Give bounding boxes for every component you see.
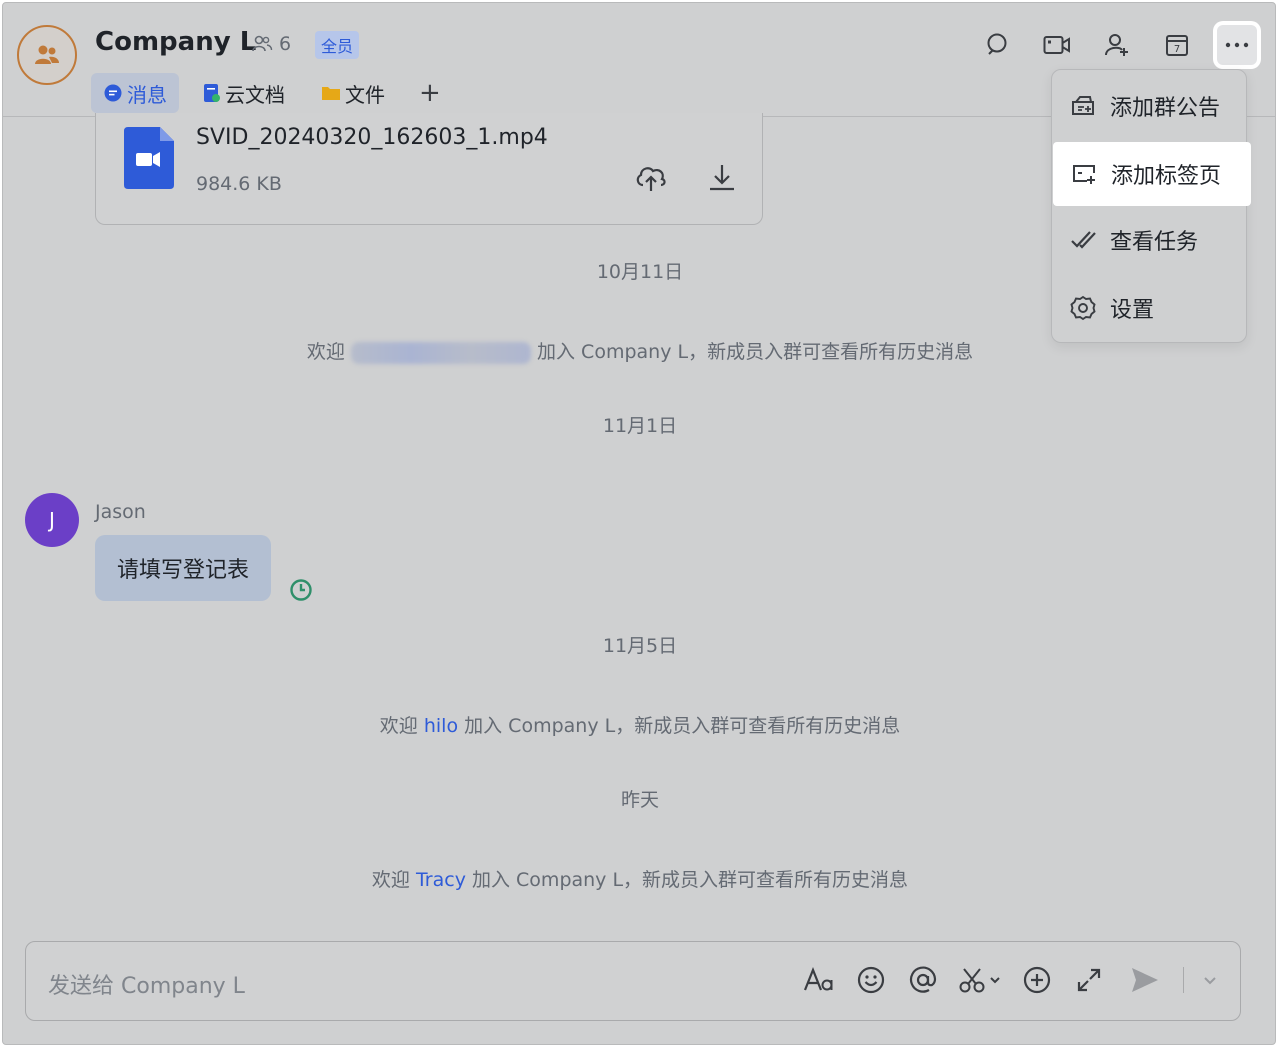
more-dots-icon <box>1225 42 1249 48</box>
member-count[interactable]: 6 <box>251 33 291 55</box>
tab-cloud-docs-label: 云文档 <box>225 82 285 107</box>
menu-item-label: 添加群公告 <box>1110 96 1221 121</box>
format-text-button[interactable] <box>801 962 837 998</box>
member-count-value: 6 <box>279 33 292 55</box>
message-bubble[interactable]: 请填写登记表 <box>95 535 272 601</box>
tab-messages[interactable]: 消息 <box>91 73 179 113</box>
task-check-icon <box>1071 231 1096 249</box>
pending-clock-icon <box>289 578 313 606</box>
menu-item-label: 添加标签页 <box>1111 164 1222 189</box>
menu-item-label: 设置 <box>1110 298 1155 323</box>
date-divider: 昨天 <box>620 789 659 811</box>
svg-text:7: 7 <box>1174 44 1180 55</box>
emoji-button[interactable] <box>853 962 889 998</box>
file-actions <box>634 163 736 193</box>
chat-window: Company L 6 全员 消息 云文档 文件 + 7 SVID_202403… <box>2 2 1276 1045</box>
group-avatar[interactable] <box>17 25 77 85</box>
group-icon <box>35 45 59 64</box>
divider <box>1183 967 1184 993</box>
tab-messages-label: 消息 <box>127 82 167 107</box>
text-format-icon <box>803 967 833 991</box>
add-tab-icon <box>1073 165 1095 184</box>
more-menu: 添加群公告 添加标签页 查看任务 设置 <box>1051 69 1251 343</box>
header-toolbar: 7 <box>977 25 1257 65</box>
date-divider: 11月1日 <box>602 415 678 437</box>
search-button[interactable] <box>977 25 1017 65</box>
chevron-down-icon <box>1204 977 1216 985</box>
system-welcome: 欢迎 <box>371 869 410 891</box>
members-icon <box>252 35 273 52</box>
send-button[interactable] <box>1123 962 1167 998</box>
add-user-icon <box>1105 34 1128 56</box>
system-welcome: 欢迎 <box>379 715 418 737</box>
date-divider: 11月5日 <box>602 635 678 657</box>
input-placeholder: 发送给 Company L <box>48 974 245 999</box>
all-members-badge: 全员 <box>315 31 360 59</box>
sender-name[interactable]: Jason <box>95 501 146 523</box>
download-icon[interactable] <box>708 163 736 193</box>
menu-item-view-tasks[interactable]: 查看任务 <box>1052 208 1246 272</box>
mention-button[interactable] <box>905 962 941 998</box>
send-icon <box>1132 968 1158 992</box>
user-link[interactable]: hilo <box>424 715 458 737</box>
add-attachment-button[interactable] <box>1019 962 1055 998</box>
at-icon <box>909 966 937 993</box>
video-call-button[interactable] <box>1037 25 1077 65</box>
system-welcome: 欢迎 <box>306 341 345 363</box>
screenshot-button[interactable] <box>957 962 1003 998</box>
plus-circle-icon <box>1023 966 1051 994</box>
announcement-icon <box>1072 96 1094 115</box>
file-message-card[interactable]: SVID_20240320_162603_1.mp4 984.6 KB <box>95 113 763 225</box>
video-file-icon <box>124 127 174 193</box>
doc-icon <box>204 84 220 102</box>
search-icon <box>987 33 1007 55</box>
send-options-button[interactable] <box>1200 962 1220 998</box>
tab-cloud-docs[interactable]: 云文档 <box>191 73 297 113</box>
menu-item-add-announcement[interactable]: 添加群公告 <box>1052 74 1246 138</box>
user-link[interactable]: Tracy <box>416 869 466 891</box>
message-input[interactable]: 发送给 Company L <box>25 941 1241 1021</box>
chat-bubble-icon <box>104 84 122 102</box>
avatar[interactable]: J <box>25 493 79 547</box>
file-size: 984.6 KB <box>196 173 282 195</box>
video-camera-icon <box>1043 36 1070 54</box>
menu-item-label: 查看任务 <box>1110 230 1199 255</box>
tab-files[interactable]: 文件 <box>309 73 397 113</box>
gear-icon <box>1070 295 1096 321</box>
system-join-text: 加入 Company L，新成员入群可查看所有历史消息 <box>464 715 901 737</box>
file-name: SVID_20240320_162603_1.mp4 <box>196 125 548 150</box>
blurred-username <box>350 341 531 364</box>
system-join-text: 加入 Company L，新成员入群可查看所有历史消息 <box>537 341 974 363</box>
add-member-button[interactable] <box>1097 25 1137 65</box>
chat-tabs: 消息 云文档 文件 + <box>91 73 451 113</box>
input-toolbar <box>801 962 1220 998</box>
cloud-upload-icon[interactable] <box>634 163 668 193</box>
expand-icon <box>1077 968 1101 992</box>
calendar-button[interactable]: 7 <box>1157 25 1197 65</box>
calendar-icon: 7 <box>1166 35 1188 56</box>
expand-button[interactable] <box>1071 962 1107 998</box>
folder-icon <box>322 87 340 100</box>
menu-item-add-tab[interactable]: 添加标签页 <box>1053 142 1251 206</box>
emoji-icon <box>857 966 885 994</box>
menu-item-settings[interactable]: 设置 <box>1052 276 1246 340</box>
system-message: 欢迎 Tracy 加入 Company L，新成员入群可查看所有历史消息 <box>3 865 1275 892</box>
tab-files-label: 文件 <box>345 82 385 107</box>
scissors-icon <box>959 968 1000 993</box>
add-tab-button[interactable]: + <box>409 78 451 108</box>
system-join-text: 加入 Company L，新成员入群可查看所有历史消息 <box>472 869 909 891</box>
system-message: 欢迎 hilo 加入 Company L，新成员入群可查看所有历史消息 <box>3 711 1275 738</box>
chat-title[interactable]: Company L <box>95 27 256 57</box>
more-button[interactable] <box>1217 25 1257 65</box>
